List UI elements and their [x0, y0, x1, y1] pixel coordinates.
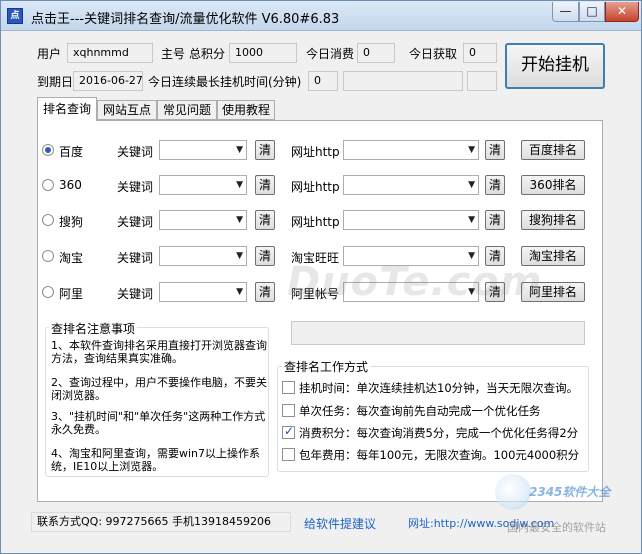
- note-item: 4、淘宝和阿里查询，需要win7以上操作系统，IE10以上浏览器。: [51, 447, 261, 473]
- mode-points-label: 消费积分：每次查询消费5分，完成一个优化任务得2分: [299, 426, 579, 440]
- today-spend-label: 今日消费: [306, 47, 355, 61]
- dropdown-arrow-icon: ▼: [236, 251, 243, 261]
- main-window: 点 点击王---关键词排名查询/流量优化软件 V6.80#6.83 — □ ✕ …: [0, 0, 642, 554]
- engine-name: 百度: [59, 145, 84, 159]
- keyword-label: 关键词: [117, 145, 154, 159]
- url-label: 网址http: [291, 180, 340, 194]
- dropdown-arrow-icon: ▼: [236, 287, 243, 297]
- today-gain-label: 今日获取: [409, 47, 458, 61]
- user-label: 用户: [37, 47, 62, 61]
- dropdown-arrow-icon: ▼: [236, 215, 243, 225]
- mode-points-checkbox[interactable]: [282, 424, 295, 439]
- engine-radio-ali[interactable]: [42, 286, 54, 298]
- today-gain-field: 0: [463, 43, 497, 63]
- keyword-combo[interactable]: ▼: [159, 210, 247, 230]
- dropdown-arrow-icon: ▼: [236, 180, 243, 190]
- minimize-button[interactable]: —: [552, 2, 579, 22]
- progress-field: [343, 71, 463, 91]
- engine-name: 阿里: [59, 287, 84, 301]
- clear-keyword-button[interactable]: 清: [255, 282, 275, 302]
- clear-keyword-button[interactable]: 清: [255, 175, 275, 195]
- engine-name: 360: [59, 178, 82, 192]
- mode-hangup-checkbox[interactable]: [282, 381, 295, 394]
- close-button[interactable]: ✕: [605, 2, 639, 22]
- points-field: 1000: [229, 43, 297, 63]
- status-field: [467, 71, 497, 91]
- mode-hangup-label: 挂机时间：单次连续挂机达10分钟，当天无限次查询。: [299, 381, 579, 395]
- modes-title: 查排名工作方式: [282, 358, 371, 375]
- dropdown-arrow-icon: ▼: [468, 215, 475, 225]
- dropdown-arrow-icon: ▼: [468, 145, 475, 155]
- start-hangup-button[interactable]: 开始挂机: [505, 43, 605, 89]
- engine-radio-360[interactable]: [42, 179, 54, 191]
- 2345-watermark: 2345软件大全: [529, 485, 611, 499]
- keyword-label: 关键词: [117, 215, 154, 229]
- keyword-label: 关键词: [117, 180, 154, 194]
- keyword-label: 关键词: [117, 287, 154, 301]
- keyword-combo[interactable]: ▼: [159, 282, 247, 302]
- expiry-field: 2016-06-27: [73, 71, 143, 91]
- points-label: 总积分: [189, 47, 226, 61]
- expiry-label: 到期日: [37, 75, 74, 89]
- keyword-combo[interactable]: ▼: [159, 140, 247, 160]
- mode-single-task-label: 单次任务：每次查询前先自动完成一个优化任务: [299, 404, 541, 418]
- user-field: xqhnmmd: [67, 43, 153, 63]
- longest-time-label: 今日连续最长挂机时间(分钟): [148, 75, 302, 89]
- clear-url-button[interactable]: 清: [485, 140, 505, 160]
- tab-tutorial[interactable]: 使用教程: [217, 100, 275, 120]
- window-title: 点击王---关键词排名查询/流量优化软件 V6.80#6.83: [31, 12, 340, 27]
- dropdown-arrow-icon: ▼: [236, 145, 243, 155]
- tab-site-exchange[interactable]: 网站互点: [97, 100, 157, 120]
- url-combo[interactable]: ▼: [343, 175, 479, 195]
- clear-keyword-button[interactable]: 清: [255, 210, 275, 230]
- notes-title: 查排名注意事项: [49, 320, 138, 337]
- trusted-watermark: 国内最安全的软件站: [507, 521, 606, 534]
- engine-name: 搜狗: [59, 215, 84, 229]
- url-label: 网址http: [291, 215, 340, 229]
- tab-rank-query[interactable]: 排名查询: [37, 97, 97, 121]
- engine-radio-baidu[interactable]: [42, 144, 54, 156]
- sogou-rank-button[interactable]: 搜狗排名: [521, 210, 585, 230]
- baidu-rank-button[interactable]: 百度排名: [521, 140, 585, 160]
- mode-single-task-checkbox[interactable]: [282, 404, 295, 417]
- engine-radio-taobao[interactable]: [42, 250, 54, 262]
- app-icon: 点: [7, 8, 23, 24]
- tab-faq[interactable]: 常见问题: [157, 100, 217, 120]
- keyword-combo[interactable]: ▼: [159, 175, 247, 195]
- 360-rank-button[interactable]: 360排名: [521, 175, 585, 195]
- mode-annual-label: 包年费用：每年100元，无限次查询。100元4000积分: [299, 448, 580, 462]
- clear-keyword-button[interactable]: 清: [255, 246, 275, 266]
- note-item: 1、本软件查询排名采用直接打开浏览器查询方法，查询结果真实准确。: [51, 339, 267, 365]
- url-combo[interactable]: ▼: [343, 140, 479, 160]
- feedback-link[interactable]: 给软件提建议: [304, 515, 376, 532]
- contact-info: 联系方式QQ: 997275665 手机13918459206: [31, 512, 291, 532]
- mode-annual-checkbox[interactable]: [282, 448, 295, 461]
- url-combo[interactable]: ▼: [343, 210, 479, 230]
- keyword-label: 关键词: [117, 251, 154, 265]
- note-item: 3、"挂机时间"和"单次任务"这两种工作方式永久免费。: [51, 410, 266, 436]
- maximize-button[interactable]: □: [579, 2, 605, 22]
- main-account-label: 主号: [161, 47, 186, 61]
- clear-url-button[interactable]: 清: [485, 175, 505, 195]
- title-bar[interactable]: 点 点击王---关键词排名查询/流量优化软件 V6.80#6.83 — □ ✕: [1, 1, 641, 31]
- mascot-watermark: [495, 474, 531, 510]
- url-label: 网址http: [291, 145, 340, 159]
- keyword-combo[interactable]: ▼: [159, 246, 247, 266]
- longest-time-field: 0: [308, 71, 338, 91]
- engine-radio-sogou[interactable]: [42, 214, 54, 226]
- result-field: [291, 321, 585, 345]
- clear-url-button[interactable]: 清: [485, 210, 505, 230]
- engine-name: 淘宝: [59, 251, 84, 265]
- clear-keyword-button[interactable]: 清: [255, 140, 275, 160]
- duote-watermark: DuoTe.com: [287, 259, 543, 305]
- dropdown-arrow-icon: ▼: [468, 180, 475, 190]
- today-spend-field: 0: [357, 43, 395, 63]
- note-item: 2、查询过程中，用户不要操作电脑，不要关闭浏览器。: [51, 376, 267, 402]
